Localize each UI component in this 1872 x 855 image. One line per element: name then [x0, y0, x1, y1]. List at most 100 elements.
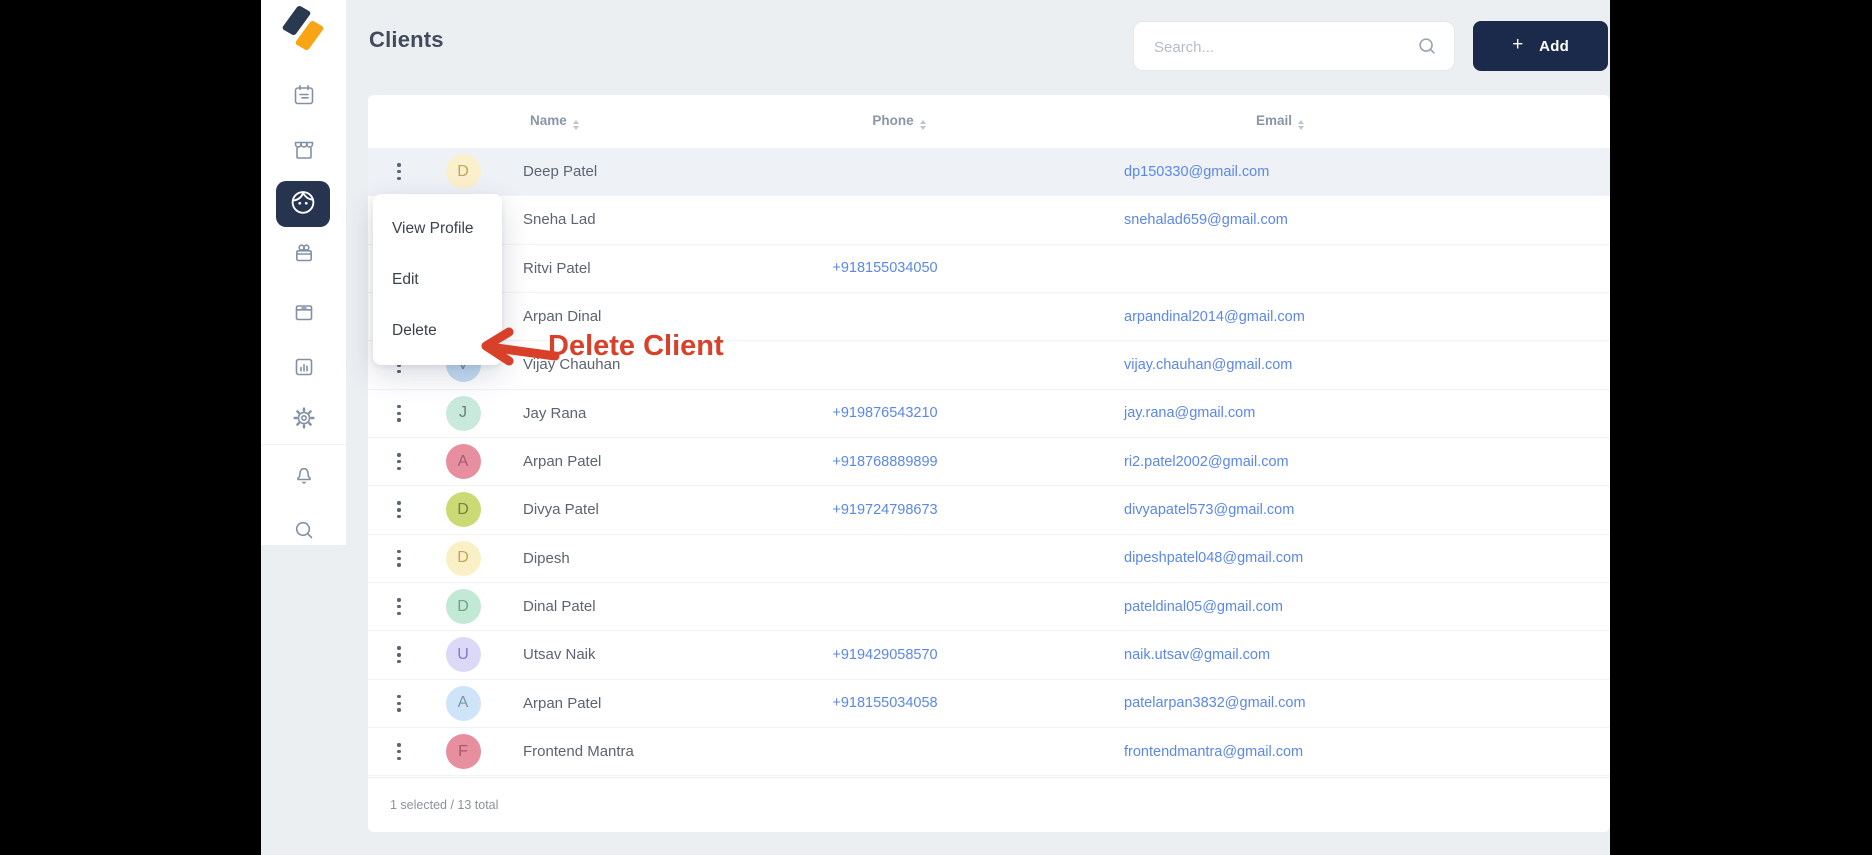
phone-link[interactable]: +918155034058 [832, 695, 937, 711]
email-link[interactable]: naik.utsav@gmail.com [1124, 647, 1270, 663]
column-header-email[interactable]: Email [1030, 113, 1530, 130]
menu-item-delete[interactable]: Delete [373, 305, 502, 356]
column-header-name[interactable]: Name [496, 113, 740, 130]
client-name: Sneha Lad [523, 211, 596, 229]
gear-icon [292, 406, 316, 435]
sidebar-item-notifications[interactable] [261, 454, 346, 500]
table-row[interactable]: SSneha Ladsnehalad659@gmail.com [368, 196, 1610, 245]
sidebar-item-store[interactable] [261, 129, 346, 175]
sidebar-item-stats[interactable] [261, 346, 346, 392]
avatar-cell: D [430, 492, 496, 528]
table-footer: 1 selected / 13 total [368, 777, 1610, 832]
menu-item-view-profile[interactable]: View Profile [373, 203, 502, 254]
row-context-menu: View Profile Edit Delete [373, 194, 502, 365]
email-cell: patelarpan3832@gmail.com [1030, 694, 1530, 712]
table-row[interactable]: RRitvi Patel+918155034050 [368, 245, 1610, 293]
table-row[interactable]: U Utsav Naik +919429058570 naik.utsav@gmail… [368, 631, 1610, 680]
table-row[interactable]: A Arpan Patel +918155034058 patelarpan3832@… [368, 680, 1610, 728]
add-button[interactable]: + Add [1473, 21, 1608, 71]
clients-table-card: Name Phone Email D Deep Patel dp150330@gma… [368, 95, 1610, 832]
avatar: A [445, 685, 481, 721]
menu-item-edit[interactable]: Edit [373, 254, 502, 305]
table-row[interactable]: D Dinal Patel pateldinal05@gmail.com [368, 583, 1610, 632]
sidebar-item-box[interactable] [261, 291, 346, 337]
letterbox-right [1610, 0, 1872, 855]
sidebar-item-settings[interactable] [261, 397, 346, 443]
phone-link[interactable]: +918768889899 [832, 454, 937, 470]
selection-summary: 1 selected / 13 total [390, 798, 499, 812]
phone-cell: +918155034050 [740, 259, 1030, 277]
sidebar-item-calendar[interactable] [261, 74, 346, 120]
search-box [1133, 21, 1455, 72]
search-input-icon [1416, 35, 1438, 62]
email-cell: naik.utsav@gmail.com [1030, 646, 1530, 664]
avatar-cell: F [430, 734, 496, 770]
client-name: Vijay Chauhan [523, 356, 621, 374]
table-row[interactable]: D Deep Patel dp150330@gmail.com [368, 148, 1610, 197]
avatar: D [445, 540, 481, 576]
table-row[interactable]: A Arpan Patel +918768889899 ri2.patel2002@g… [368, 438, 1610, 487]
client-name: Divya Patel [523, 501, 599, 519]
avatar-cell: D [430, 154, 496, 190]
row-menu-button[interactable] [389, 155, 408, 188]
avatar: D [445, 589, 481, 625]
sidebar [261, 0, 346, 545]
avatar-cell: A [430, 444, 496, 480]
calendar-icon [292, 83, 316, 112]
email-link[interactable]: frontendmantra@gmail.com [1124, 744, 1303, 760]
table-row[interactable]: VVijay Chauhanvijay.chauhan@gmail.com [368, 341, 1610, 390]
email-cell: jay.rana@gmail.com [1030, 404, 1530, 422]
sidebar-divider [261, 444, 346, 445]
email-link[interactable]: arpandinal2014@gmail.com [1124, 309, 1305, 325]
table-rows: DDeep Pateldp150330@gmail.comSSneha Lads… [368, 148, 1610, 777]
bell-icon [292, 463, 316, 492]
email-link[interactable]: ri2.patel2002@gmail.com [1124, 454, 1289, 470]
avatar: D [445, 492, 481, 528]
client-name: Jay Rana [523, 404, 587, 422]
sidebar-item-gift[interactable] [261, 232, 346, 278]
row-menu-button[interactable] [389, 638, 408, 671]
avatar-cell: A [430, 685, 496, 721]
email-link[interactable]: divyapatel573@gmail.com [1124, 502, 1294, 518]
email-link[interactable]: vijay.chauhan@gmail.com [1124, 357, 1292, 373]
search-input[interactable] [1152, 22, 1406, 72]
phone-link[interactable]: +918155034050 [832, 260, 937, 276]
row-menu-button[interactable] [389, 445, 408, 478]
table-row[interactable]: D Divya Patel +919724798673 divyapatel573@g… [368, 486, 1610, 535]
email-link[interactable]: dp150330@gmail.com [1124, 164, 1269, 180]
email-link[interactable]: jay.rana@gmail.com [1124, 405, 1255, 421]
sidebar-item-search[interactable] [261, 509, 346, 555]
table-row[interactable]: F Frontend Mantra frontendmantra@gmail.com [368, 728, 1610, 777]
phone-link[interactable]: +919876543210 [832, 405, 937, 421]
column-header-phone[interactable]: Phone [754, 113, 1044, 130]
email-cell: dipeshpatel048@gmail.com [1030, 549, 1530, 567]
row-menu-button[interactable] [389, 542, 408, 575]
row-menu-button[interactable] [389, 397, 408, 430]
app-logo[interactable] [281, 4, 325, 52]
email-link[interactable]: patelarpan3832@gmail.com [1124, 695, 1306, 711]
avatar: F [445, 734, 481, 770]
row-menu-button[interactable] [389, 493, 408, 526]
sort-icon [919, 120, 926, 130]
email-link[interactable]: snehalad659@gmail.com [1124, 212, 1288, 228]
client-name: Dipesh [523, 549, 570, 567]
phone-cell: +919429058570 [740, 646, 1030, 664]
email-link[interactable]: pateldinal05@gmail.com [1124, 599, 1283, 615]
row-menu-button[interactable] [389, 590, 408, 623]
add-button-label: Add [1539, 37, 1569, 55]
sidebar-item-clients[interactable] [276, 181, 330, 227]
row-menu-button[interactable] [389, 687, 408, 720]
letterbox-left [0, 0, 261, 855]
phone-link[interactable]: +919724798673 [832, 502, 937, 518]
table-row[interactable]: D Dipesh dipeshpatel048@gmail.com [368, 535, 1610, 583]
table-row[interactable]: AArpan Dinalarpandinal2014@gmail.com [368, 293, 1610, 342]
page-title: Clients [369, 27, 444, 52]
phone-link[interactable]: +919429058570 [832, 647, 937, 663]
phone-cell: +919724798673 [740, 501, 1030, 519]
email-cell: dp150330@gmail.com [1030, 163, 1530, 181]
phone-cell: +918768889899 [740, 453, 1030, 471]
row-menu-button[interactable] [389, 735, 408, 768]
table-row[interactable]: J Jay Rana +919876543210 jay.rana@gmail.com [368, 390, 1610, 438]
email-link[interactable]: dipeshpatel048@gmail.com [1124, 550, 1303, 566]
app-window: Clients + Add Name Phone Email DDeep P [261, 0, 1610, 855]
